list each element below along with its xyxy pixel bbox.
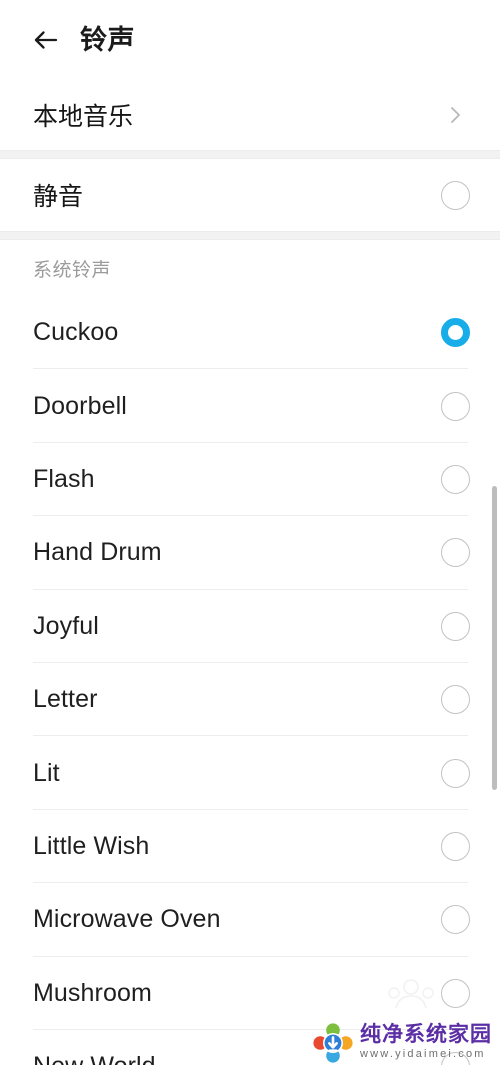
- ringtone-label: Flash: [33, 464, 95, 493]
- ringtone-row[interactable]: Letter: [0, 662, 500, 737]
- ringtone-row[interactable]: Flash: [0, 442, 500, 517]
- ringtone-radio[interactable]: [441, 758, 470, 788]
- ringtone-label: Microwave Oven: [33, 905, 221, 934]
- local-music-row[interactable]: 本地音乐: [0, 80, 500, 150]
- ringtone-list: Cuckoo Doorbell Flash Hand Drum Joyful Letter…: [0, 296, 500, 1065]
- silent-label: 静音: [33, 183, 84, 211]
- section-divider-band-1: [0, 150, 500, 159]
- watermark-ghost-logo: [382, 974, 440, 1019]
- ringtone-radio[interactable]: [441, 905, 470, 935]
- ringtone-row[interactable]: New World: [0, 1029, 500, 1065]
- page-title: 铃声: [80, 24, 135, 55]
- section-divider-band-2: [0, 231, 500, 240]
- ringtone-row[interactable]: Doorbell: [0, 369, 500, 443]
- ringtone-label: Hand Drum: [33, 538, 162, 567]
- ringtone-label: New World: [33, 1052, 441, 1065]
- ringtone-row[interactable]: Cuckoo: [0, 296, 500, 370]
- ringtone-radio[interactable]: [441, 978, 470, 1008]
- ringtone-label: Letter: [33, 685, 98, 714]
- ringtone-label: Mushroom: [33, 978, 152, 1007]
- chevron-right-icon: [442, 102, 468, 128]
- ringtone-radio[interactable]: [441, 318, 470, 348]
- ringtone-radio[interactable]: [441, 1052, 470, 1065]
- title-bar: 铃声: [0, 0, 500, 80]
- arrow-left-icon: [34, 31, 58, 49]
- ringtone-label: Lit: [33, 758, 60, 787]
- ringtone-row[interactable]: Joyful: [0, 589, 500, 663]
- system-ringtones-label: 系统铃声: [33, 259, 112, 281]
- ringtone-row[interactable]: Microwave Oven: [0, 883, 500, 957]
- back-button[interactable]: [26, 20, 66, 60]
- ringtone-radio[interactable]: [441, 831, 470, 861]
- ringtone-label: Joyful: [33, 611, 99, 640]
- ringtone-row[interactable]: Little Wish: [0, 809, 500, 884]
- ringtone-row[interactable]: Lit: [0, 736, 500, 810]
- ringtone-settings-screen: 铃声 本地音乐 静音 系统铃声 Cuckoo Doorbell Flash Hand …: [0, 0, 500, 1065]
- settings-content: 本地音乐 静音 系统铃声 Cuckoo Doorbell Flash Hand Dru…: [0, 80, 500, 1065]
- ringtone-label: Cuckoo: [33, 318, 119, 347]
- silent-radio[interactable]: [441, 180, 470, 210]
- ringtone-radio[interactable]: [441, 685, 470, 715]
- ringtone-row[interactable]: Hand Drum: [0, 516, 500, 590]
- ringtone-label: Doorbell: [33, 391, 127, 420]
- ringtone-label: Little Wish: [33, 831, 150, 860]
- silent-row[interactable]: 静音: [0, 159, 500, 231]
- ringtone-radio[interactable]: [441, 538, 470, 568]
- ringtone-radio[interactable]: [441, 391, 470, 421]
- local-music-label: 本地音乐: [33, 103, 134, 131]
- scrollbar-track[interactable]: [492, 0, 500, 1065]
- ringtone-radio[interactable]: [441, 464, 470, 494]
- ringtone-radio[interactable]: [441, 611, 470, 641]
- system-ringtones-header: 系统铃声: [0, 240, 500, 296]
- scrollbar-thumb[interactable]: [492, 486, 497, 790]
